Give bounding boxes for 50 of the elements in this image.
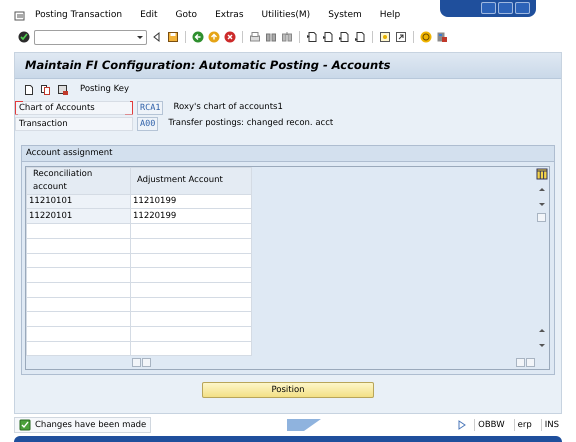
mode-field[interactable]: INS: [540, 418, 562, 432]
copy-icon[interactable]: [40, 84, 52, 96]
page-icon[interactable]: [354, 31, 366, 43]
field-description: Transfer postings: changed recon. acct: [167, 117, 334, 130]
client-field: erp: [514, 418, 535, 432]
table-cell: 11210101: [26, 194, 130, 209]
shortcut-icon[interactable]: [395, 31, 407, 43]
menu-item[interactable]: Help: [370, 9, 410, 23]
message-text: Changes have been made: [35, 418, 146, 432]
save-icon[interactable]: [167, 31, 179, 43]
column-header[interactable]: Reconciliation account: [26, 167, 130, 194]
close-button[interactable]: [515, 2, 530, 14]
menu-item[interactable]: Utilities(M): [252, 9, 320, 23]
maximize-button[interactable]: [498, 2, 513, 14]
minimize-button[interactable]: [481, 2, 496, 14]
menu-item[interactable]: Posting Transaction: [26, 9, 132, 23]
page-icon[interactable]: [338, 31, 350, 43]
page-icon[interactable]: [306, 31, 318, 43]
menu-icon[interactable]: [14, 10, 26, 22]
command-field[interactable]: [34, 30, 147, 44]
menu-item[interactable]: System: [319, 9, 371, 23]
sap-logo-icon: [286, 419, 321, 431]
menu-item[interactable]: Extras: [206, 9, 253, 23]
table-cell[interactable]: 11220199: [130, 208, 252, 224]
print-icon[interactable]: [249, 31, 261, 43]
table-cell[interactable]: 11210199: [130, 194, 252, 209]
position-button[interactable]: Position: [202, 382, 374, 398]
window-icon[interactable]: [379, 31, 391, 43]
column-settings-icon[interactable]: [536, 168, 548, 180]
column-header[interactable]: Adjustment Account: [130, 167, 252, 194]
delete-icon[interactable]: [57, 84, 69, 96]
group-title: Account assignment: [22, 146, 554, 162]
expand-triangle-icon[interactable]: [456, 419, 468, 431]
back-icon[interactable]: [192, 31, 204, 43]
menu-item[interactable]: Goto: [166, 9, 206, 23]
system-field[interactable]: OBBW: [474, 418, 508, 432]
posting-key-button[interactable]: Posting Key: [74, 83, 130, 96]
input-field[interactable]: A00: [137, 116, 158, 130]
field-label: Transaction: [15, 116, 133, 130]
input-field[interactable]: RCA1: [137, 100, 164, 114]
field-description: Roxy's chart of accounts1: [172, 101, 283, 114]
scroll-thumb[interactable]: [537, 212, 546, 222]
field-label: Chart of Accounts: [15, 100, 133, 114]
page-icon[interactable]: [322, 31, 334, 43]
enter-icon[interactable]: [18, 31, 30, 43]
menu-item[interactable]: Edit: [131, 9, 167, 23]
table-cell: 11220101: [26, 208, 130, 224]
new-page-icon[interactable]: [23, 84, 35, 96]
cancel-icon[interactable]: [224, 31, 236, 43]
screen-title: Maintain FI Configuration: Automatic Posting - Accounts: [15, 53, 561, 80]
